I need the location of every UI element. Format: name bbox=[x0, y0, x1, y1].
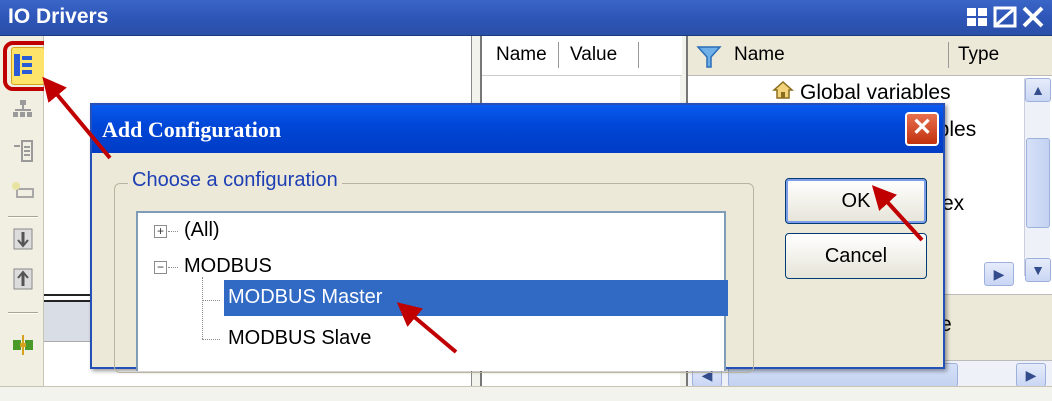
var-row-label: Global variables bbox=[800, 81, 951, 104]
column-divider[interactable] bbox=[558, 42, 559, 68]
network-tree-icon[interactable] bbox=[8, 94, 38, 124]
add-configuration-icon[interactable] bbox=[8, 50, 38, 80]
tree-item-all[interactable]: (All) bbox=[184, 219, 220, 242]
scroll-right-icon[interactable]: ▶ bbox=[984, 262, 1014, 286]
tree-item-modbus[interactable]: MODBUS bbox=[184, 255, 272, 278]
add-channel-icon[interactable] bbox=[8, 176, 38, 206]
scroll-up-icon[interactable]: ▲ bbox=[1025, 78, 1051, 102]
variables-header: Name Type bbox=[688, 36, 1052, 76]
window-title-bar[interactable]: IO Drivers bbox=[0, 0, 1052, 36]
tree-connector bbox=[168, 267, 178, 268]
expand-plus-icon[interactable]: + bbox=[154, 225, 167, 238]
column-divider[interactable] bbox=[638, 42, 639, 68]
dialog-title-bar[interactable]: Add Configuration ✕ bbox=[92, 105, 943, 153]
collapse-minus-icon[interactable]: − bbox=[154, 261, 167, 274]
status-bar bbox=[0, 386, 1052, 401]
filter-icon[interactable] bbox=[696, 44, 722, 75]
vars-col-type[interactable]: Type bbox=[958, 44, 999, 66]
tree-connector bbox=[202, 339, 220, 340]
ok-button[interactable]: OK bbox=[785, 178, 927, 224]
close-icon[interactable] bbox=[1020, 6, 1046, 30]
properties-header: Name Value bbox=[482, 36, 682, 76]
tile-icon[interactable] bbox=[964, 6, 990, 30]
scroll-thumb[interactable] bbox=[1026, 138, 1050, 228]
var-row-label-partial[interactable]: ex bbox=[942, 192, 964, 216]
restore-icon[interactable] bbox=[992, 6, 1018, 30]
link-icon[interactable] bbox=[8, 330, 38, 360]
dialog-title: Add Configuration bbox=[102, 117, 282, 142]
cancel-button[interactable]: Cancel bbox=[785, 233, 927, 279]
vertical-scrollbar[interactable]: ▲ ▼ bbox=[1024, 78, 1051, 282]
toolbar-separator bbox=[8, 216, 38, 218]
toolbar-separator bbox=[8, 312, 38, 314]
scroll-down-icon[interactable]: ▼ bbox=[1025, 258, 1051, 282]
tree-connector bbox=[202, 277, 203, 339]
move-up-icon[interactable] bbox=[8, 264, 38, 294]
move-down-icon[interactable] bbox=[8, 224, 38, 254]
scroll-right-icon[interactable]: ▶ bbox=[1016, 363, 1046, 387]
dialog-close-icon[interactable]: ✕ bbox=[905, 112, 939, 146]
vars-col-name[interactable]: Name bbox=[734, 44, 785, 66]
add-configuration-dialog: Add Configuration ✕ Choose a configurati… bbox=[90, 103, 945, 373]
props-col-name[interactable]: Name bbox=[496, 44, 547, 66]
group-label: Choose a configuration bbox=[128, 169, 342, 192]
tree-connector bbox=[202, 300, 220, 301]
tree-item-modbus-master-label: MODBUS Master bbox=[228, 286, 383, 308]
insert-device-icon[interactable] bbox=[8, 136, 38, 166]
column-divider[interactable] bbox=[948, 42, 949, 68]
tree-connector bbox=[168, 231, 178, 232]
window-title: IO Drivers bbox=[8, 5, 109, 28]
props-col-value[interactable]: Value bbox=[570, 44, 617, 66]
tree-item-modbus-slave[interactable]: MODBUS Slave bbox=[228, 327, 371, 350]
